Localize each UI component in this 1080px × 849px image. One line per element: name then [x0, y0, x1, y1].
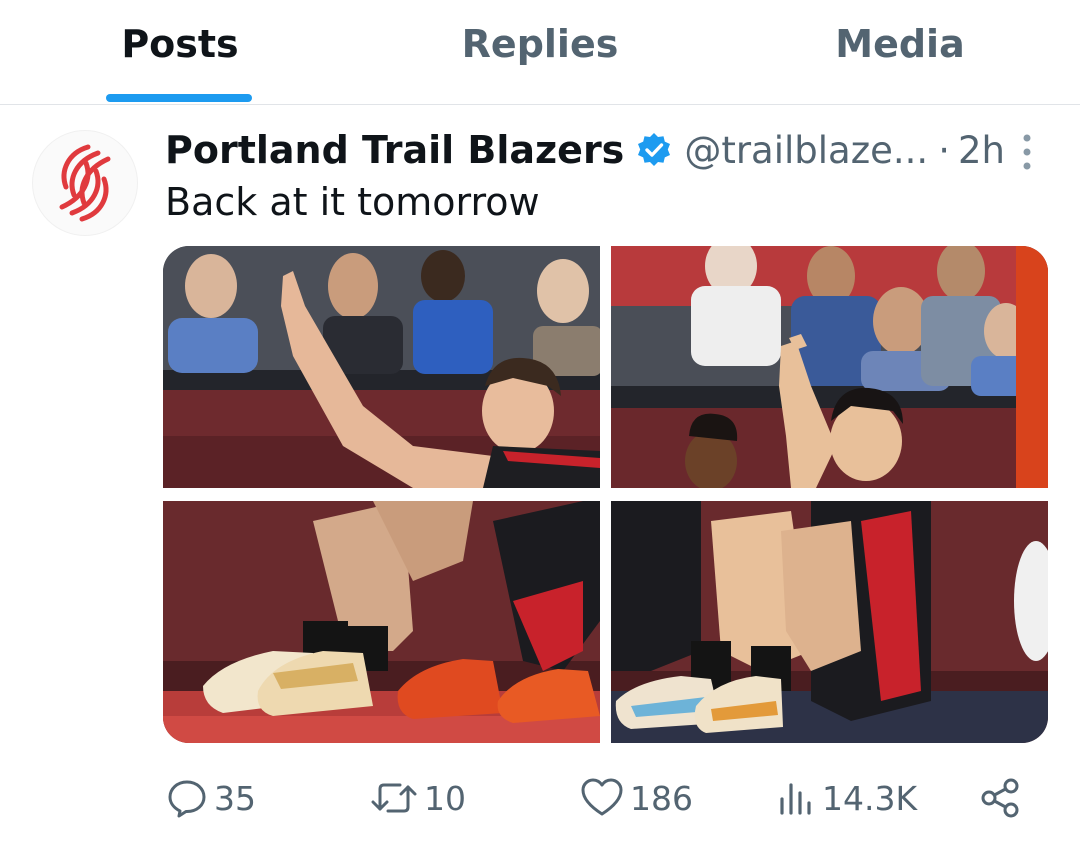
- tweet-text: Back at it tomorrow: [165, 180, 540, 224]
- views-icon: [780, 783, 811, 815]
- tweet-photo-1[interactable]: [163, 246, 600, 488]
- tab-posts[interactable]: Posts: [100, 22, 260, 72]
- tab-media[interactable]: Media: [800, 22, 1000, 72]
- repost-button[interactable]: 10: [370, 770, 466, 826]
- reply-count: 35: [214, 778, 256, 818]
- profile-tabs: Posts Replies Media: [0, 0, 1080, 105]
- tweet-timestamp[interactable]: 2h: [958, 129, 1005, 172]
- avatar[interactable]: [32, 130, 138, 236]
- reply-icon: [168, 780, 206, 818]
- share-icon: [981, 778, 1019, 818]
- media-grid: [163, 246, 1048, 743]
- tweet-header: Portland Trail Blazers @trailblaze... · …: [165, 122, 1005, 178]
- active-tab-indicator: [106, 94, 252, 102]
- tab-replies[interactable]: Replies: [440, 22, 640, 72]
- author-name[interactable]: Portland Trail Blazers: [165, 128, 624, 172]
- more-vertical-icon[interactable]: [1010, 132, 1044, 172]
- views-count: 14.3K: [822, 778, 918, 818]
- tweet-photo-2[interactable]: [611, 246, 1048, 488]
- author-handle[interactable]: @trailblaze...: [684, 129, 928, 172]
- repost-count: 10: [424, 778, 466, 818]
- separator-dot: ·: [938, 128, 950, 172]
- like-button[interactable]: 186: [580, 770, 693, 826]
- heart-icon: [581, 778, 623, 816]
- share-button[interactable]: [978, 770, 1028, 826]
- views-button[interactable]: 14.3K: [776, 770, 917, 826]
- trail-blazers-logo: [59, 144, 111, 222]
- tweet-actions: 35 10 186 14.3K: [0, 770, 1080, 830]
- tweet-photo-4[interactable]: [611, 501, 1048, 743]
- reply-button[interactable]: 35: [166, 770, 256, 826]
- verified-badge-icon: [638, 133, 671, 166]
- repost-icon: [371, 783, 417, 813]
- tweet-photo-3[interactable]: [163, 501, 600, 743]
- like-count: 186: [630, 778, 693, 818]
